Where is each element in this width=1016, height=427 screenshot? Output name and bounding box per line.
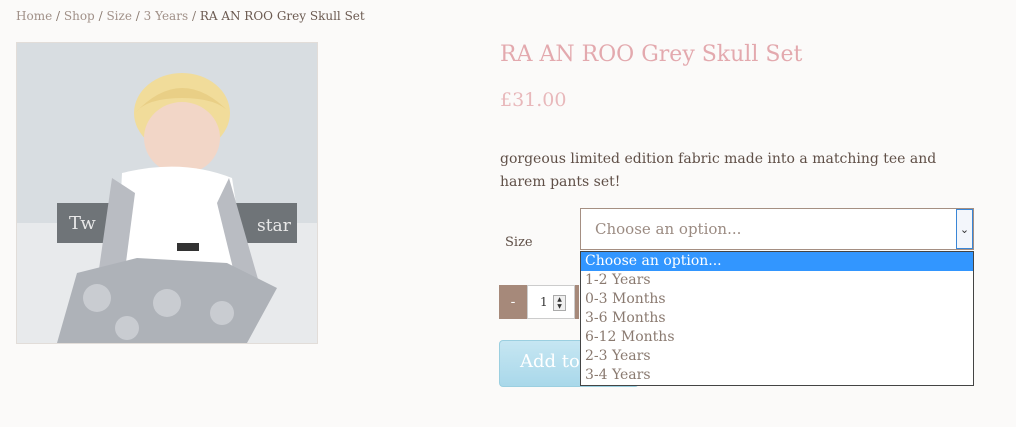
quantity-input[interactable]: 1 ▲ ▼ [527,285,575,319]
size-option[interactable]: 3-6 Months [581,309,973,328]
size-dropdown-list[interactable]: Choose an option... 1-2 Years 0-3 Months… [580,251,974,386]
quantity-minus-button[interactable]: - [499,285,527,319]
size-option[interactable]: 6-12 Months [581,328,973,347]
breadcrumb-separator: / [56,9,61,23]
product-title: RA AN ROO Grey Skull Set [500,42,803,67]
breadcrumb-current: RA AN ROO Grey Skull Set [199,9,365,23]
size-select-value: Choose an option... [595,220,742,238]
breadcrumb-3-years-link[interactable]: 3 Years [144,9,188,23]
quantity-value: 1 [540,295,548,309]
size-option[interactable]: 2-3 Years [581,347,973,366]
breadcrumb-separator: / [135,9,140,23]
size-label: Size [505,235,533,250]
breadcrumb-size-link[interactable]: Size [106,9,131,23]
breadcrumb-home-link[interactable]: Home [16,9,52,23]
breadcrumb-separator: / [191,9,196,23]
sign-text-right: star [257,216,292,236]
product-price: £31.00 [500,89,567,111]
product-image[interactable]: Tw star [16,42,318,344]
product-photo-illustration: Tw star [17,43,317,343]
up-down-spinner-icon[interactable]: ▲ ▼ [553,295,566,311]
chevron-down-icon[interactable]: ⌄ [956,209,973,249]
size-option[interactable]: 3-4 Years [581,366,973,385]
size-select[interactable]: Choose an option... ⌄ [580,208,974,250]
size-option[interactable]: 1-2 Years [581,271,973,290]
quantity-stepper: - 1 ▲ ▼ [499,285,579,319]
sign-text-left: Tw [69,213,96,234]
breadcrumb-separator: / [98,9,103,23]
quantity-plus-button[interactable] [575,285,579,319]
size-option[interactable]: 0-3 Months [581,290,973,309]
product-description: gorgeous limited edition fabric made int… [500,151,937,190]
breadcrumb: Home / Shop / Size / 3 Years / RA AN ROO… [16,9,365,23]
size-option[interactable]: Choose an option... [581,252,973,271]
breadcrumb-shop-link[interactable]: Shop [64,9,95,23]
